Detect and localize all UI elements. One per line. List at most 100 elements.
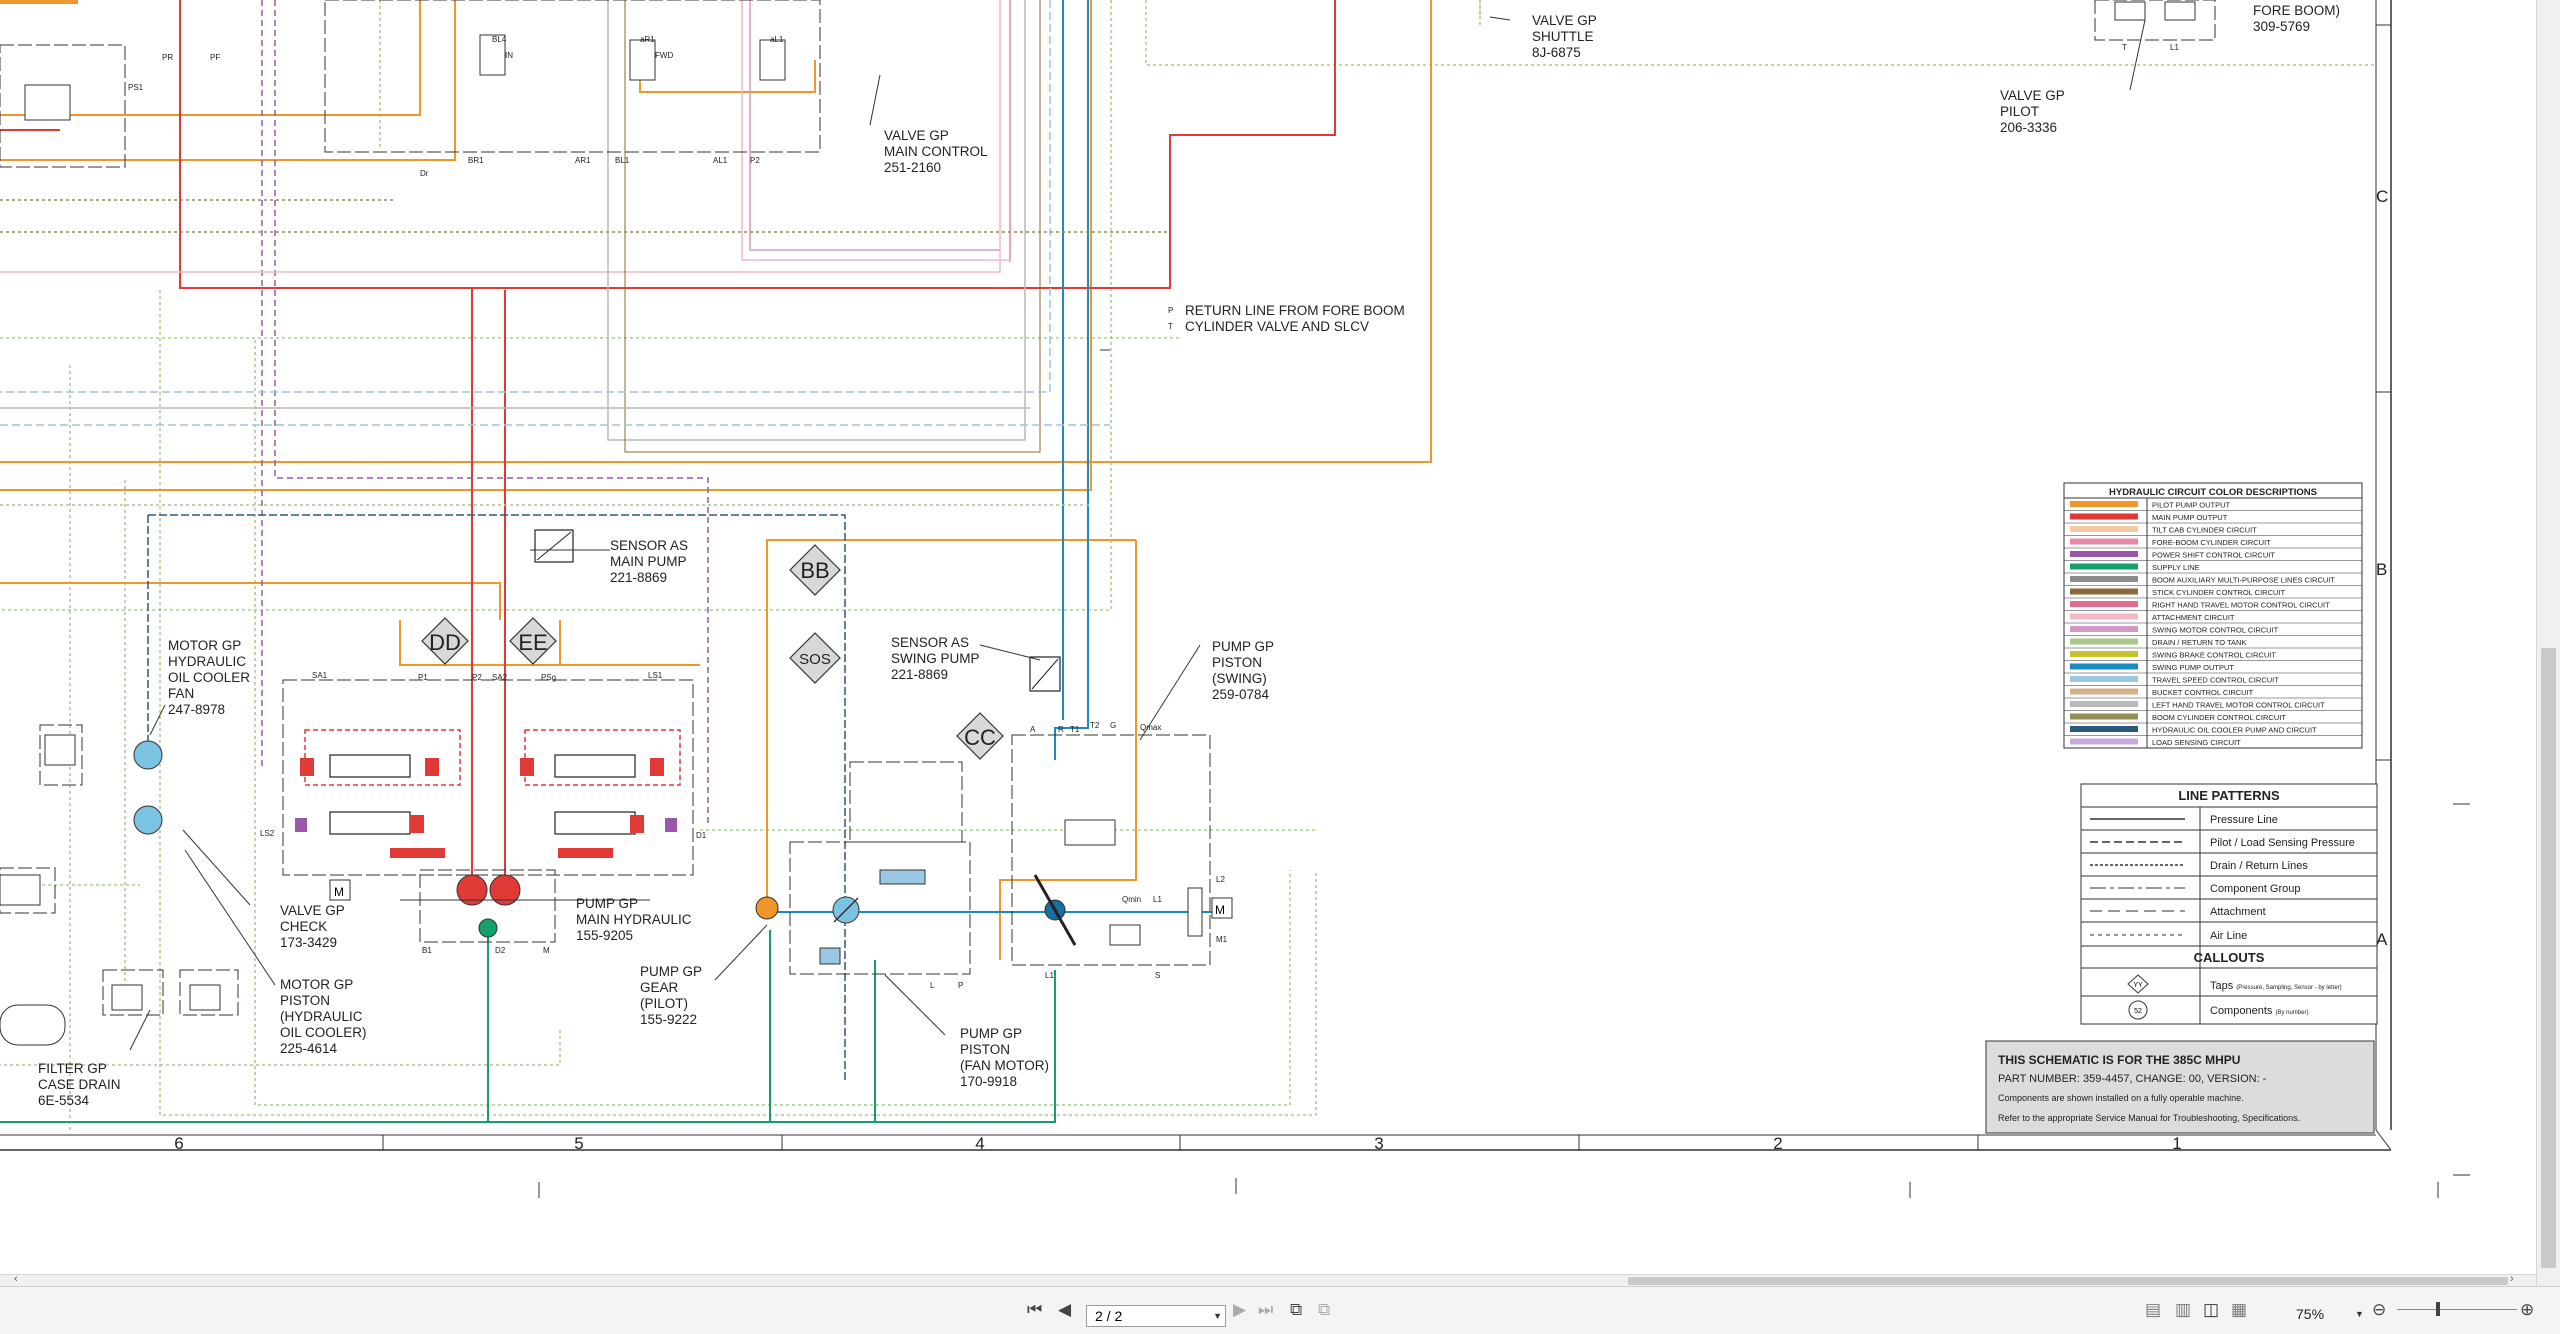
port-label: BL4	[492, 35, 507, 44]
next-page-icon[interactable]: ▶	[1233, 1301, 1246, 1319]
zoom-slider-track[interactable]	[2397, 1309, 2517, 1310]
scroll-right-icon[interactable]: ›	[2510, 1273, 2514, 1285]
callout-line: 221-8869	[610, 570, 667, 585]
column-number: 2	[1773, 1134, 1782, 1153]
callout-line: 155-9205	[576, 928, 633, 943]
line-patterns-box: LINE PATTERNS Pressure Line Pilot / Load…	[2080, 783, 2378, 1025]
port-label: Dr	[420, 169, 429, 178]
callout-line: VALVE GP	[1532, 13, 1597, 28]
callout-line: CHECK	[280, 919, 327, 934]
legend-color-swatch	[2070, 538, 2138, 545]
callout-line: 8J-6875	[1532, 45, 1581, 60]
callout-line: 221-8869	[891, 667, 948, 682]
column-number: 1	[2172, 1134, 2181, 1153]
continuous-view-icon[interactable]: ▥	[2175, 1301, 2191, 1319]
taps-label: Taps	[2210, 980, 2234, 992]
port-label: IN	[505, 51, 513, 60]
callout-line: HYDRAULIC	[168, 654, 246, 669]
single-page-view-icon[interactable]: ▤	[2145, 1301, 2161, 1319]
callout-line: MAIN PUMP	[610, 554, 687, 569]
port-label: R	[1058, 725, 1064, 734]
components-label: Components	[2210, 1005, 2273, 1017]
callout-sensor-swing-pump: SENSOR AS SWING PUMP 221-8869	[891, 635, 980, 682]
callout-motor-piston-cooler: MOTOR GP PISTON (HYDRAULIC OIL COOLER) 225-4…	[280, 977, 367, 1056]
page-number-input[interactable]: 2 / 2 ▼	[1086, 1305, 1226, 1327]
callout-line: VALVE GP	[280, 903, 345, 918]
title-block: THIS SCHEMATIC IS FOR THE 385C MHPU PART…	[1985, 1040, 2375, 1134]
callout-pump-piston-fan: PUMP GP PISTON (FAN MOTOR) 170-9918	[960, 1026, 1049, 1089]
book-view-icon[interactable]: ▦	[2231, 1301, 2247, 1319]
callout-line: 225-4614	[280, 1041, 338, 1056]
zoom-level[interactable]: 75%	[2296, 1306, 2324, 1322]
port-label: T	[2122, 43, 2127, 52]
line-pattern-label: Drain / Return Lines	[2210, 860, 2308, 872]
callout-line: MOTOR GP	[280, 977, 353, 992]
line-patterns-title: LINE PATTERNS	[2178, 788, 2280, 803]
two-page-view-icon[interactable]: ◫	[2203, 1301, 2219, 1319]
callout-line: VALVE GP	[884, 128, 949, 143]
port-label: D2	[495, 946, 506, 955]
svg-text:M: M	[334, 885, 344, 899]
legend-color-swatch	[2070, 651, 2138, 657]
legend-color-swatch	[2070, 676, 2138, 682]
line-pattern-label: Pilot / Load Sensing Pressure	[2210, 837, 2355, 849]
callout-filter-case-drain: FILTER GP CASE DRAIN 6E-5534	[38, 1061, 121, 1108]
zoom-dropdown-icon[interactable]: ▼	[2355, 1309, 2364, 1319]
callout-pump-gear-pilot: PUMP GP GEAR (PILOT) 155-9222	[640, 964, 702, 1027]
port-label: Qmax	[1140, 723, 1161, 732]
column-number: 3	[1374, 1134, 1383, 1153]
callout-line: PUMP GP	[576, 896, 638, 911]
callout-line: FORE BOOM)	[2253, 3, 2340, 18]
callout-pump-main-hydraulic: PUMP GP MAIN HYDRAULIC 155-9205	[576, 896, 692, 943]
callout-line: 155-9222	[640, 1012, 697, 1027]
page-dropdown-icon[interactable]: ▼	[1213, 1306, 1222, 1326]
legend-color-swatch	[2070, 663, 2138, 670]
port-label: SA2	[492, 673, 508, 682]
legend-color-swatch	[2070, 576, 2138, 582]
port-label: L2	[1216, 875, 1225, 884]
callout-line: PILOT	[2000, 104, 2039, 119]
legend-color-swatch	[2070, 613, 2138, 620]
port-label: M	[543, 946, 550, 955]
zoom-slider-handle[interactable]	[2436, 1302, 2440, 1316]
legend-item-label: SUPPLY LINE	[2152, 563, 2200, 572]
legend-color-swatch	[2070, 551, 2138, 557]
legend-item-label: SWING MOTOR CONTROL CIRCUIT	[2152, 626, 2279, 635]
port-label: BL1	[615, 156, 630, 165]
previous-page-icon[interactable]: ◀	[1058, 1301, 1071, 1319]
view-options-icon[interactable]: ⧉	[1290, 1301, 1302, 1319]
port-label: L1	[1045, 971, 1054, 980]
legend-item-label: MAIN PUMP OUTPUT	[2152, 513, 2228, 522]
vertical-scroll-thumb[interactable]	[2541, 648, 2556, 1268]
print-icon[interactable]: ⧉	[1318, 1301, 1330, 1319]
legend-item-label: PILOT PUMP OUTPUT	[2152, 501, 2230, 510]
horizontal-scroll-thumb[interactable]	[1628, 1277, 2508, 1285]
zoom-in-icon[interactable]: ⊕	[2520, 1301, 2534, 1319]
callout-line: 170-9918	[960, 1074, 1017, 1089]
port-label: AL1	[713, 156, 728, 165]
callout-line: (PILOT)	[640, 996, 688, 1011]
vertical-scrollbar[interactable]	[2536, 0, 2560, 1286]
callout-line: CYLINDER VALVE AND SLCV	[1185, 319, 1369, 334]
callout-line: 173-3429	[280, 935, 337, 950]
legend-color-swatch	[2070, 513, 2138, 520]
document-viewport[interactable]: M M DD EE BB SOS CC PR PF BL4 IN aR1 FWD…	[0, 0, 2536, 1274]
port-label: LS1	[648, 671, 663, 680]
title-block-heading: THIS SCHEMATIC IS FOR THE 385C MHPU	[1998, 1053, 2240, 1067]
callout-line: PUMP GP	[640, 964, 702, 979]
callout-fore-boom: FORE BOOM) 309-5769	[2253, 3, 2340, 34]
zoom-out-icon[interactable]: ⊖	[2372, 1301, 2386, 1319]
status-toolbar: ⏮ ◀ ▶ ⏭ ⧉ ⧉ ▤ ▥ ◫ ▦ ⊖ ⊕	[0, 1286, 2560, 1334]
last-page-icon[interactable]: ⏭	[1258, 1301, 1273, 1319]
port-label: T	[1168, 322, 1173, 331]
legend-item-label: DRAIN / RETURN TO TANK	[2152, 638, 2246, 647]
legend-color-swatch	[2070, 713, 2138, 720]
port-label: aR1	[640, 35, 655, 44]
port-label: Qmin	[1122, 895, 1141, 904]
callout-line: 251-2160	[884, 160, 941, 175]
first-page-icon[interactable]: ⏮	[1027, 1301, 1042, 1319]
legend-item-label: FORE-BOOM CYLINDER CIRCUIT	[2152, 538, 2271, 547]
callout-line: SWING PUMP	[891, 651, 980, 666]
scroll-left-icon[interactable]: ‹	[14, 1273, 18, 1285]
legend-item-label: TILT CAB CYLINDER CIRCUIT	[2152, 526, 2257, 535]
